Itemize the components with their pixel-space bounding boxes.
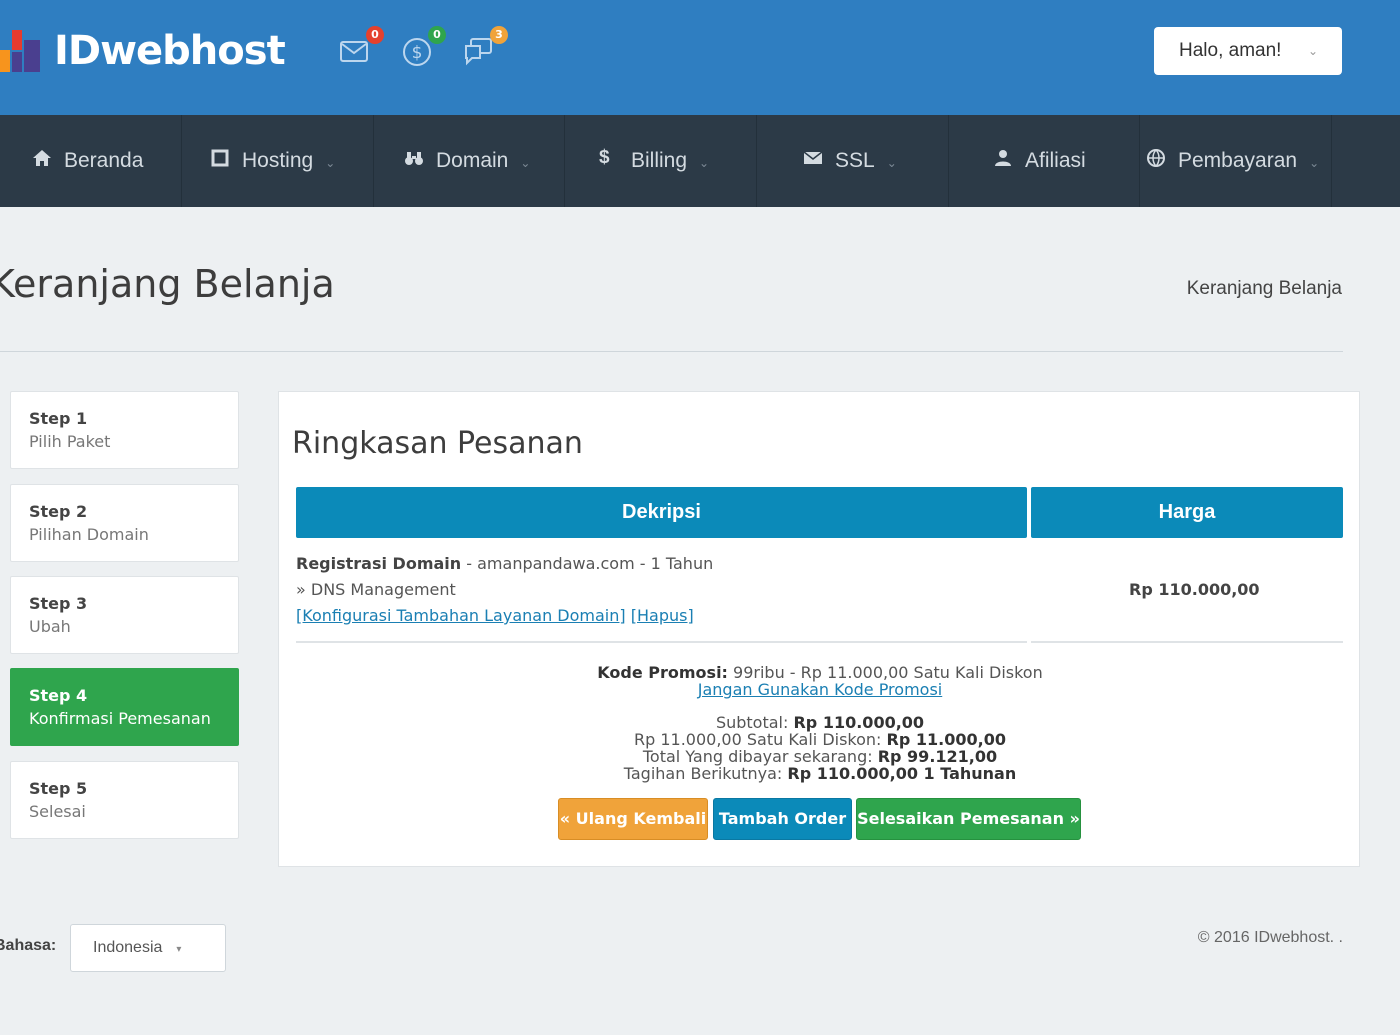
- nav-label: SSL: [835, 149, 875, 172]
- item-description: Registrasi Domain - amanpandawa.com - 1 …: [296, 554, 713, 573]
- step-1[interactable]: Step 1 Pilih Paket: [10, 391, 239, 469]
- svg-text:$: $: [412, 43, 423, 63]
- divider: [0, 351, 1343, 352]
- order-summary-panel: Ringkasan Pesanan Dekripsi Harga Registr…: [278, 391, 1360, 867]
- globe-icon: [1147, 149, 1165, 168]
- item-price: Rp 110.000,00: [1129, 580, 1260, 599]
- chevron-down-icon: ⌄: [1309, 156, 1320, 170]
- nav-label: Hosting: [242, 149, 314, 172]
- column-header-price: Harga: [1031, 487, 1343, 538]
- order-summary-title: Ringkasan Pesanan: [292, 426, 583, 461]
- home-icon: [33, 150, 51, 167]
- chevron-down-icon: ▾: [176, 944, 182, 955]
- chevron-down-icon: ⌄: [699, 156, 710, 170]
- nav-label: Billing: [631, 149, 688, 172]
- user-menu-button[interactable]: Halo, aman! ⌄: [1154, 27, 1342, 75]
- nav-label: Afiliasi: [1025, 149, 1086, 172]
- tickets-notification[interactable]: 3: [462, 26, 508, 74]
- step-subtitle: Pilihan Domain: [29, 525, 149, 544]
- messages-count-badge: 0: [366, 26, 384, 44]
- nav-item-domain[interactable]: Domain ⌄: [374, 115, 565, 207]
- next-invoice-value: Rp 110.000,00 1 Tahunan: [787, 764, 1017, 783]
- copyright: © 2016 IDwebhost. .: [1197, 929, 1343, 946]
- nav-label: Beranda: [64, 149, 144, 172]
- brand-name: IDwebhost: [54, 28, 286, 74]
- back-button[interactable]: « Ulang Kembali: [558, 798, 708, 840]
- nav-item-hosting[interactable]: Hosting ⌄: [182, 115, 374, 207]
- item-name: Registrasi Domain: [296, 554, 462, 573]
- top-header: IDwebhost 0 $ 0 3 Halo, aman! ⌄: [0, 0, 1400, 115]
- step-3[interactable]: Step 3 Ubah: [10, 576, 239, 654]
- next-invoice-label: Tagihan Berikutnya:: [623, 764, 783, 783]
- step-5[interactable]: Step 5 Selesai: [10, 761, 239, 839]
- configure-domain-link[interactable]: [Konfigurasi Tambahan Layanan Domain]: [296, 606, 626, 625]
- remove-promo-link[interactable]: Jangan Gunakan Kode Promosi: [698, 680, 942, 699]
- nav-item-ssl[interactable]: SSL ⌄: [757, 115, 949, 207]
- step-subtitle: Ubah: [29, 617, 71, 636]
- step-title: Step 2: [29, 502, 88, 521]
- row-divider: [296, 641, 1027, 643]
- step-subtitle: Pilih Paket: [29, 432, 111, 451]
- page-title: Keranjang Belanja: [0, 262, 335, 306]
- binoculars-icon: [405, 152, 423, 166]
- logo-mark-icon: [0, 30, 40, 72]
- step-title: Step 4: [29, 686, 88, 705]
- dollar-icon: $: [599, 147, 610, 169]
- user-greeting: Halo, aman!: [1179, 40, 1282, 61]
- chevron-down-icon: ⌄: [325, 156, 336, 170]
- checkout-button[interactable]: Selesaikan Pemesanan »: [856, 798, 1081, 840]
- envelope-icon: [803, 151, 823, 165]
- nav-item-afiliasi[interactable]: Afiliasi: [949, 115, 1140, 207]
- tickets-count-badge: 3: [490, 26, 508, 44]
- step-4-active[interactable]: Step 4 Konfirmasi Pemesanan: [10, 668, 239, 746]
- step-2[interactable]: Step 2 Pilihan Domain: [10, 484, 239, 562]
- step-subtitle: Selesai: [29, 802, 86, 821]
- step-title: Step 3: [29, 594, 88, 613]
- step-title: Step 1: [29, 409, 88, 428]
- step-subtitle: Konfirmasi Pemesanan: [29, 709, 211, 728]
- messages-notification[interactable]: 0: [338, 26, 384, 74]
- user-icon: [995, 150, 1011, 167]
- main-nav: Beranda Hosting ⌄ Domain ⌄ $ Billing ⌄ SSL ⌄ …: [0, 115, 1400, 207]
- promo-remove-row: Jangan Gunakan Kode Promosi: [279, 680, 1361, 699]
- next-invoice-line: Tagihan Berikutnya: Rp 110.000,00 1 Tahu…: [279, 764, 1361, 783]
- breadcrumb[interactable]: Keranjang Belanja: [1187, 278, 1342, 300]
- item-addon: » DNS Management: [296, 580, 456, 599]
- server-icon: [211, 149, 229, 167]
- nav-item-pembayaran[interactable]: Pembayaran ⌄: [1140, 115, 1332, 207]
- language-select[interactable]: Indonesia ▾: [70, 924, 226, 972]
- nav-label: Domain: [436, 149, 509, 172]
- language-label: Bahasa:: [0, 937, 57, 954]
- delete-item-link[interactable]: [Hapus]: [631, 606, 694, 625]
- column-header-description: Dekripsi: [296, 487, 1027, 538]
- chevron-down-icon: ⌄: [520, 156, 531, 170]
- step-title: Step 5: [29, 779, 88, 798]
- billing-notification[interactable]: $ 0: [400, 26, 446, 74]
- item-detail: - amanpandawa.com - 1 Tahun: [461, 554, 714, 573]
- chevron-down-icon: ⌄: [1307, 44, 1318, 58]
- add-order-button[interactable]: Tambah Order: [713, 798, 852, 840]
- nav-item-billing[interactable]: $ Billing ⌄: [565, 115, 757, 207]
- chevron-down-icon: ⌄: [886, 156, 897, 170]
- nav-label: Pembayaran: [1178, 149, 1298, 172]
- language-value: Indonesia: [93, 939, 163, 956]
- billing-count-badge: 0: [428, 26, 446, 44]
- row-divider: [1031, 641, 1343, 643]
- item-links: [Konfigurasi Tambahan Layanan Domain] [H…: [296, 606, 694, 625]
- nav-item-beranda[interactable]: Beranda: [0, 115, 182, 207]
